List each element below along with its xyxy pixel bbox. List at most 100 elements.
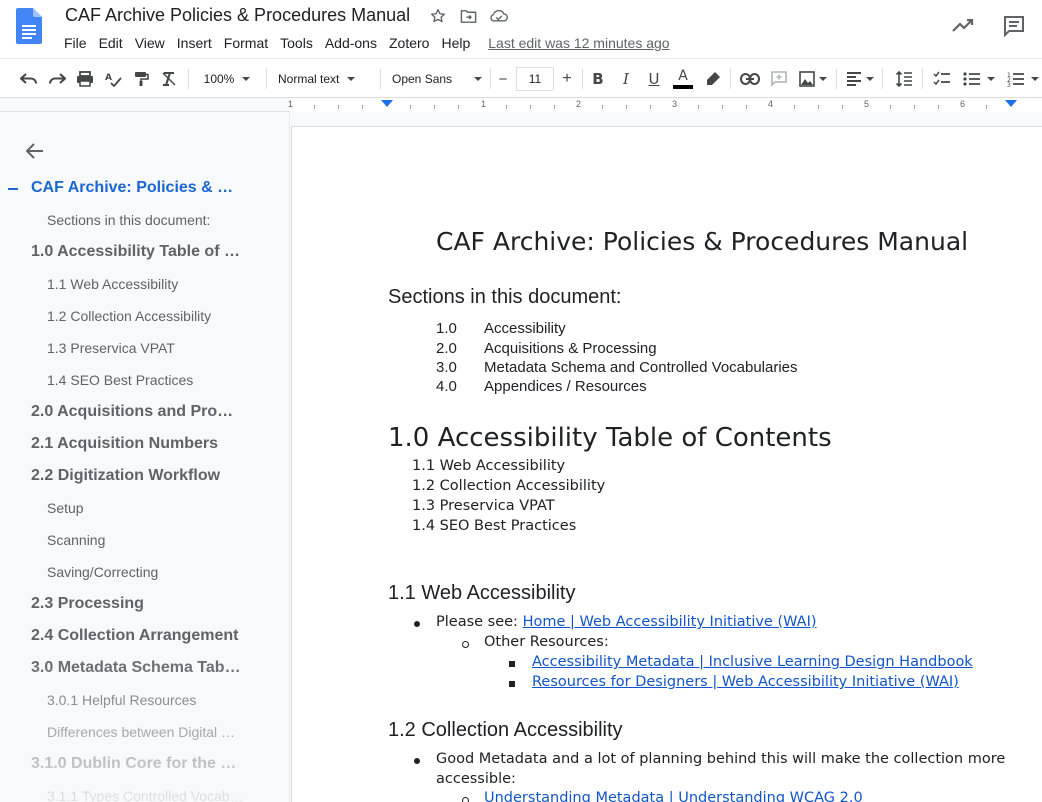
outline-item[interactable]: 2.2 Digitization Workflow [31, 467, 241, 485]
document-outline: CAF Archive: Policies & Pro… Sections in… [0, 113, 290, 802]
outline-item[interactable]: 3.1.0 Dublin Core for the C… [31, 755, 241, 773]
ruler-label: 5 [864, 99, 870, 109]
outline-item[interactable]: 1.4 SEO Best Practices [47, 372, 247, 388]
menu-edit[interactable]: Edit [93, 33, 129, 53]
close-outline-arrow-icon[interactable] [24, 140, 46, 162]
svg-text:3: 3 [1007, 82, 1011, 87]
section-label: Appendices / Resources [484, 378, 647, 395]
comments-icon[interactable] [1001, 14, 1027, 38]
outline-item[interactable]: Saving/Correcting [47, 564, 247, 580]
understanding-metadata-link[interactable]: Understanding Metadata | Understanding W… [484, 790, 863, 802]
outline-item[interactable]: 1.1 Web Accessibility [47, 276, 247, 292]
ruler-label: 4 [768, 99, 774, 109]
accessibility-metadata-link[interactable]: Accessibility Metadata | Inclusive Learn… [532, 654, 973, 670]
ruler: 1 1 2 3 4 5 6 [0, 98, 1042, 112]
last-edit-link[interactable]: Last edit was 12 minutes ago [488, 35, 669, 51]
activity-trend-icon[interactable] [950, 14, 976, 38]
active-heading-indicator [8, 188, 18, 190]
outline-item[interactable]: Differences between Digital … [47, 724, 247, 740]
cloud-saved-icon[interactable] [489, 6, 509, 26]
resources-for-designers-link[interactable]: Resources for Designers | Web Accessibil… [532, 674, 959, 690]
paragraph-style-select[interactable]: Normal text [272, 66, 376, 92]
ruler-page-area [290, 98, 1042, 112]
ruler-label: 2 [576, 99, 582, 109]
left-indent-marker[interactable] [381, 100, 393, 107]
section-number: 2.0 [436, 340, 457, 357]
zoom-select[interactable]: 100% [196, 66, 258, 92]
accessibility-toc-heading: 1.0 Accessibility Table of Contents [388, 423, 832, 453]
checklist-icon[interactable] [930, 66, 954, 92]
add-comment-icon[interactable] [768, 66, 790, 92]
outline-item[interactable]: Scanning [47, 532, 247, 548]
paint-format-icon[interactable] [130, 66, 152, 92]
outline-item[interactable]: 2.0 Acquisitions and Proce… [31, 403, 241, 421]
font-size-input[interactable]: 11 [516, 67, 554, 91]
ruler-label: 6 [960, 99, 966, 109]
line-spacing-icon[interactable] [892, 66, 916, 92]
underline-button[interactable]: U [644, 66, 664, 92]
numbered-list-icon[interactable]: 123 [1004, 66, 1042, 92]
section-label: Acquisitions & Processing [484, 340, 657, 357]
spellcheck-icon[interactable]: A [102, 66, 124, 92]
bulleted-list-icon[interactable] [960, 66, 998, 92]
section-number: 3.0 [436, 359, 457, 376]
outline-item[interactable]: Sections in this document: [47, 212, 247, 228]
highlight-color-icon[interactable] [702, 66, 724, 92]
font-family-select[interactable]: Open Sans [386, 66, 486, 92]
outline-item[interactable]: 2.3 Processing [31, 595, 241, 613]
bullet-circle [462, 797, 469, 802]
section-number: 4.0 [436, 378, 457, 395]
menu-view[interactable]: View [129, 33, 171, 53]
star-icon[interactable] [428, 6, 448, 26]
outline-item[interactable]: 1.3 Preservica VPAT [47, 340, 247, 356]
italic-button[interactable]: I [616, 66, 636, 92]
move-folder-icon[interactable] [458, 6, 478, 26]
web-accessibility-heading: 1.1 Web Accessibility [388, 582, 576, 604]
insert-image-icon[interactable] [796, 66, 830, 92]
docs-logo-icon[interactable] [16, 8, 42, 44]
menu-insert[interactable]: Insert [171, 33, 218, 53]
document-title[interactable]: CAF Archive Policies & Procedures Manual [65, 5, 410, 26]
outline-item[interactable]: 3.0.1 Helpful Resources [47, 692, 247, 708]
document-page[interactable]: CAF Archive: Policies & Procedures Manua… [292, 127, 1042, 802]
ruler-label: 3 [672, 99, 678, 109]
please-see-label: Please see: [436, 614, 523, 630]
bullet-disc [414, 758, 420, 764]
collection-text-line: Good Metadata and a lot of planning behi… [436, 751, 1006, 767]
outline-item[interactable]: 3.1.1 Types Controlled Vocab… [47, 788, 247, 802]
menu-help[interactable]: Help [435, 33, 476, 53]
undo-icon[interactable] [18, 66, 40, 92]
outline-item[interactable]: 2.4 Collection Arrangement [31, 627, 241, 645]
decrease-font-size-button[interactable]: − [494, 66, 512, 92]
outline-item[interactable]: 1.2 Collection Accessibility [47, 308, 247, 324]
redo-icon[interactable] [46, 66, 68, 92]
clear-formatting-icon[interactable] [158, 66, 180, 92]
collection-text-line: accessible: [436, 771, 516, 787]
menu-tools[interactable]: Tools [274, 33, 319, 53]
bullet-text: Please see: Home | Web Accessibility Ini… [436, 614, 817, 630]
bullet-square [509, 661, 515, 667]
outline-item[interactable]: 2.1 Acquisition Numbers [31, 435, 241, 453]
svg-text:A: A [105, 73, 112, 83]
right-indent-marker[interactable] [1005, 100, 1017, 107]
menu-addons[interactable]: Add-ons [319, 33, 383, 53]
outline-item[interactable]: CAF Archive: Policies & Pro… [31, 179, 241, 197]
insert-link-icon[interactable] [738, 66, 762, 92]
outline-item[interactable]: Setup [47, 500, 247, 516]
align-left-icon[interactable] [844, 66, 876, 92]
outline-item[interactable]: 3.0 Metadata Schema Tabl… [31, 659, 241, 677]
print-icon[interactable] [74, 66, 96, 92]
menu-zotero[interactable]: Zotero [383, 33, 435, 53]
sections-heading: Sections in this document: [388, 286, 622, 308]
text-color-letter: A [678, 68, 688, 84]
outline-item[interactable]: 1.0 Accessibility Table of C… [31, 243, 241, 261]
bold-button[interactable]: B [588, 66, 608, 92]
title-bar: CAF Archive Policies & Procedures Manual… [0, 0, 1042, 58]
ruler-label: 1 [481, 99, 487, 109]
wai-home-link[interactable]: Home | Web Accessibility Initiative (WAI… [523, 614, 817, 630]
menu-file[interactable]: File [58, 33, 93, 53]
increase-font-size-button[interactable]: + [558, 66, 576, 92]
text-color-button[interactable]: A [672, 66, 694, 92]
collection-accessibility-heading: 1.2 Collection Accessibility [388, 719, 623, 741]
menu-format[interactable]: Format [218, 33, 274, 53]
